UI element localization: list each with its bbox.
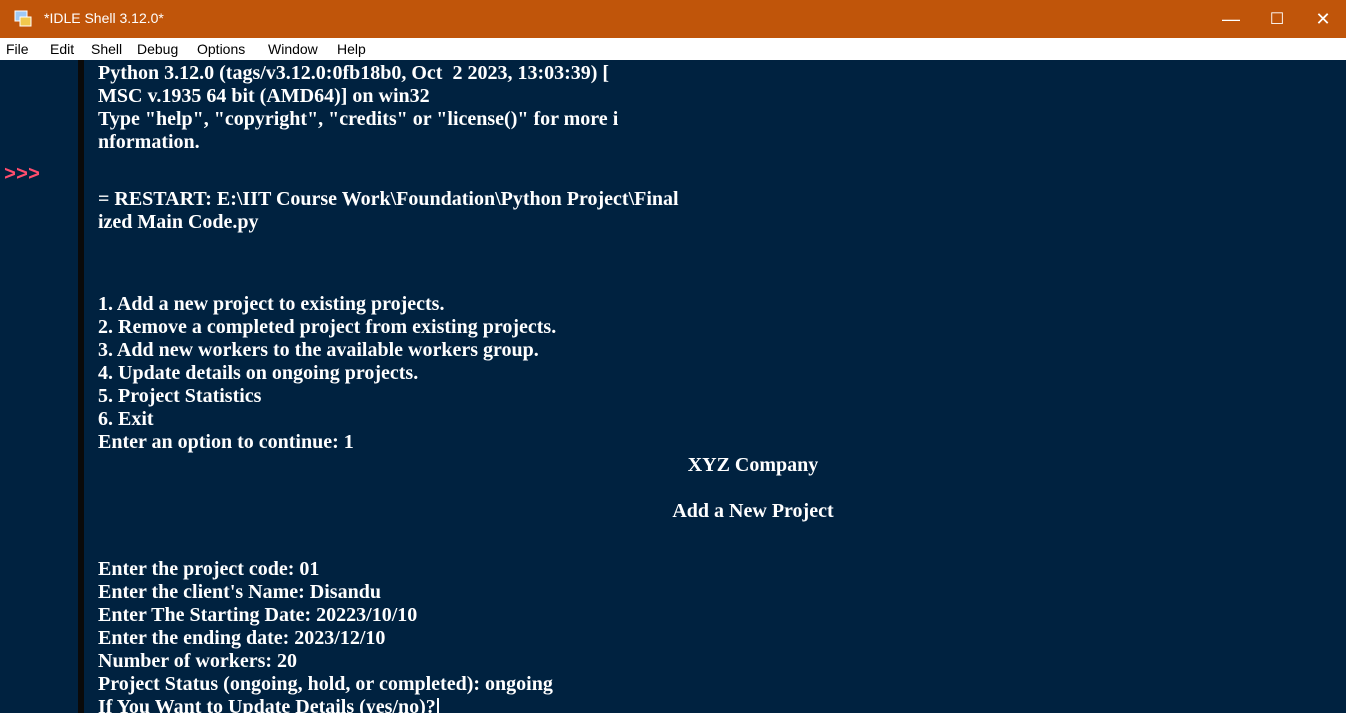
menu-option-line: 3. Add new workers to the available work…	[98, 339, 539, 361]
shell-line: MSC v.1935 64 bit (AMD64)] on win32	[98, 85, 430, 107]
input-prompt-text: If You Want to Update Details (yes/no)?	[98, 696, 436, 718]
menu-option-line: 1. Add a new project to existing project…	[98, 293, 445, 315]
shell-line: ized Main Code.py	[98, 211, 259, 233]
shell-output[interactable]: Python 3.12.0 (tags/v3.12.0:0fb18b0, Oct…	[84, 60, 1346, 719]
menu-option-line: 6. Exit	[98, 408, 154, 430]
menu-option-line: 4. Update details on ongoing projects.	[98, 362, 419, 384]
close-button[interactable]: ✕	[1300, 0, 1346, 38]
input-line: Number of workers: 20	[98, 650, 298, 672]
window-title: *IDLE Shell 3.12.0*	[44, 10, 164, 26]
menu-bar: File Edit Shell Debug Options Window Hel…	[0, 38, 1346, 61]
title-bar[interactable]: *IDLE Shell 3.12.0* — ☐ ✕	[0, 0, 1346, 38]
input-line: Project Status (ongoing, hold, or comple…	[98, 673, 553, 695]
menu-option-line: 2. Remove a completed project from exist…	[98, 316, 557, 338]
maximize-button[interactable]: ☐	[1254, 0, 1300, 38]
shell-line: nformation.	[98, 131, 200, 153]
shell-line: Type "help", "copyright", "credits" or "…	[98, 108, 619, 130]
shell-prompt: >>>	[4, 164, 41, 187]
menu-window[interactable]: Window	[268, 41, 318, 57]
menu-file[interactable]: File	[6, 41, 29, 57]
minimize-button[interactable]: —	[1208, 0, 1254, 38]
menu-option-line: 5. Project Statistics	[98, 385, 262, 407]
menu-edit[interactable]: Edit	[50, 41, 74, 57]
shell-line: Python 3.12.0 (tags/v3.12.0:0fb18b0, Oct…	[98, 62, 610, 84]
current-input-line[interactable]: If You Want to Update Details (yes/no)?	[98, 696, 439, 719]
section-heading: Add a New Project	[672, 500, 834, 522]
menu-options[interactable]: Options	[197, 41, 245, 57]
input-line: Enter The Starting Date: 20223/10/10	[98, 604, 418, 626]
prompt-gutter: >>>	[0, 60, 78, 713]
input-line: Enter an option to continue: 1	[98, 431, 354, 453]
input-line: Enter the client's Name: Disandu	[98, 581, 381, 603]
menu-help[interactable]: Help	[337, 41, 366, 57]
menu-shell[interactable]: Shell	[91, 41, 122, 57]
idle-app-icon	[14, 10, 32, 27]
input-line: Enter the project code: 01	[98, 558, 320, 580]
input-line: Enter the ending date: 2023/12/10	[98, 627, 386, 649]
text-cursor	[436, 698, 439, 719]
shell-line: = RESTART: E:\IIT Course Work\Foundation…	[98, 188, 679, 210]
menu-debug[interactable]: Debug	[137, 41, 178, 57]
company-heading: XYZ Company	[687, 454, 819, 476]
